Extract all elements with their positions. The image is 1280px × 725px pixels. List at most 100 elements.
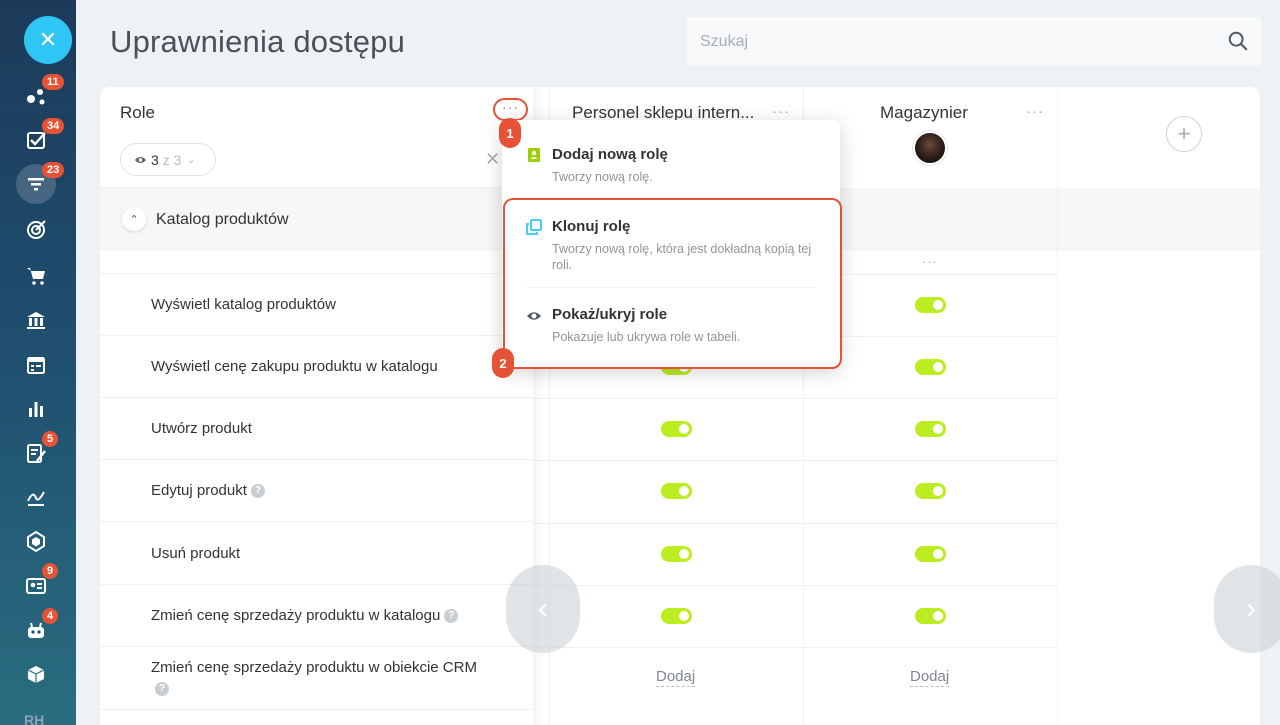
notification-badge: 5 — [42, 431, 59, 447]
notification-badge: 4 — [42, 608, 59, 624]
permission-toggle[interactable] — [661, 421, 692, 437]
notification-badge: 34 — [42, 118, 65, 134]
menu-item-description: Tworzy nową rolę. — [552, 170, 653, 184]
avatar[interactable] — [913, 131, 947, 165]
sidebar-item-contact-card[interactable]: 9 — [22, 563, 59, 599]
permission-label: Wyświetl cenę zakupu produktu w katalogu — [151, 356, 438, 377]
left-sidebar: ✕ 11 34 23 5 9 4 RH — [0, 0, 76, 725]
sidebar-item-box[interactable] — [22, 660, 50, 688]
sidebar-item-bank[interactable] — [22, 306, 50, 334]
sidebar-item-calendar[interactable] — [22, 350, 50, 378]
notification-badge: 11 — [42, 74, 64, 90]
permission-label-text: Edytuj produkt — [151, 482, 247, 499]
permission-row: Utwórz produkt — [100, 398, 533, 460]
sidebar-item-analytics[interactable] — [22, 394, 50, 422]
copy-icon — [526, 219, 542, 235]
role-column-title[interactable]: Magazynier — [880, 103, 968, 123]
permission-toggle[interactable] — [661, 483, 692, 499]
permission-row: Zmień cenę sprzedaży produktu w obiekcie… — [100, 647, 533, 710]
permission-toggle[interactable] — [915, 483, 946, 499]
permission-label-text: Wyświetl katalog produktów — [151, 296, 336, 313]
sidebar-item-signature[interactable] — [22, 483, 50, 511]
permission-label: Zmień cenę sprzedaży produktu w katalogu… — [151, 605, 459, 626]
add-role-button[interactable]: + — [1166, 116, 1202, 152]
sidebar-item-crm-funnel[interactable]: 23 — [16, 162, 65, 204]
chevron-up-icon[interactable]: ⌃ — [122, 207, 146, 231]
permission-label-text: Zmień cenę sprzedaży produktu w obiekcie… — [151, 659, 477, 676]
sidebar-bottom-label[interactable]: RH — [24, 712, 44, 725]
menu-item-add-role[interactable]: Dodaj nową rolę Tworzy nową rolę. — [502, 120, 840, 198]
sidebar-item-cart[interactable] — [22, 261, 50, 289]
menu-item-title: Klonuj rolę — [552, 218, 631, 235]
clear-filter-icon[interactable]: ✕ — [485, 149, 500, 170]
bank-icon — [27, 312, 45, 329]
permission-row: Wyświetl katalog produktów — [100, 274, 533, 336]
calendar-icon — [27, 357, 45, 374]
robot-icon — [28, 622, 44, 638]
activity-stream-icon — [27, 89, 45, 105]
visible-roles-filter[interactable]: 3 z 3 ⌄ — [120, 143, 216, 176]
sidebar-item-tasks[interactable]: 34 — [22, 118, 65, 154]
cart-icon — [27, 268, 45, 285]
roles-panel-header: Role ··· 3 z 3 ⌄ ✕ — [100, 87, 533, 188]
add-permission-link[interactable]: Dodaj — [656, 668, 696, 687]
documents-icon — [27, 444, 46, 463]
permission-label-text: Usuń produkt — [151, 545, 241, 562]
permission-toggle[interactable] — [915, 608, 946, 624]
permission-toggle[interactable] — [915, 546, 946, 562]
permission-label: Usuń produkt — [151, 543, 240, 564]
step-marker-1: 1 — [499, 118, 521, 148]
total-roles-count: z 3 — [162, 151, 182, 168]
search-icon[interactable] — [1227, 30, 1249, 52]
help-icon[interactable]: ? — [155, 682, 169, 697]
eye-icon — [527, 312, 541, 320]
roles-context-menu: Dodaj nową rolę Tworzy nową rolę. Klonuj… — [502, 120, 840, 368]
contact-card-icon — [26, 578, 46, 594]
menu-item-title: Dodaj nową rolę — [552, 146, 668, 163]
step-marker-2: 2 — [492, 348, 514, 378]
permission-label: Edytuj produkt? — [151, 480, 265, 501]
role-column-menu-icon[interactable]: ··· — [772, 104, 790, 119]
permission-row: Usuń produkt — [100, 523, 533, 585]
scroll-left-button[interactable]: ‹ — [506, 565, 580, 653]
row-divider — [533, 523, 1057, 524]
notification-badge: 23 — [42, 162, 65, 178]
roles-label: Role — [120, 103, 155, 122]
permission-label: Utwórz produkt — [151, 418, 252, 439]
row-divider — [533, 460, 1057, 461]
crm-funnel-icon — [28, 178, 44, 191]
permission-toggle[interactable] — [661, 608, 692, 624]
section-column-menu-icon[interactable]: ··· — [922, 255, 938, 268]
signature-icon — [27, 491, 45, 506]
help-icon[interactable]: ? — [444, 609, 459, 624]
permission-toggle[interactable] — [915, 359, 946, 375]
row-divider — [533, 398, 1057, 399]
permission-label: Zmień cenę sprzedaży produktu w obiekcie… — [151, 657, 481, 699]
role-column-menu-icon[interactable]: ··· — [1026, 104, 1044, 119]
sidebar-item-documents[interactable]: 5 — [22, 431, 59, 467]
roles-panel: Role ··· 3 z 3 ⌄ ✕ ⌃ Katalog produktów W… — [100, 87, 533, 725]
permission-label-text: Utwórz produkt — [151, 420, 252, 437]
tasks-icon — [27, 132, 46, 149]
permission-toggle[interactable] — [661, 546, 692, 562]
sidebar-item-target[interactable] — [22, 215, 50, 243]
menu-item-toggle-roles[interactable]: Pokaż/ukryj role Pokazuje lub ukrywa rol… — [502, 288, 840, 368]
sidebar-item-hexagon[interactable] — [22, 527, 50, 555]
add-permission-link[interactable]: Dodaj — [910, 668, 950, 687]
search-input[interactable] — [686, 17, 1261, 66]
permission-label: Wyświetl katalog produktów — [151, 294, 336, 315]
sidebar-item-activity-stream[interactable]: 11 — [22, 74, 64, 110]
row-divider — [533, 647, 1057, 648]
menu-item-clone-role[interactable]: Klonuj rolę Tworzy nową rolę, która jest… — [502, 198, 840, 288]
section-title: Katalog produktów — [156, 211, 289, 228]
close-icon[interactable]: ✕ — [24, 16, 72, 64]
more-icon: ··· — [502, 98, 519, 115]
menu-item-title: Pokaż/ukryj role — [552, 306, 668, 323]
sidebar-item-robot[interactable]: 4 — [22, 608, 59, 644]
scroll-right-button[interactable]: › — [1214, 565, 1280, 653]
eye-icon — [134, 156, 147, 163]
permission-toggle[interactable] — [915, 421, 946, 437]
permission-toggle[interactable] — [915, 297, 946, 313]
help-icon[interactable]: ? — [250, 484, 265, 499]
search-box[interactable] — [686, 17, 1261, 66]
